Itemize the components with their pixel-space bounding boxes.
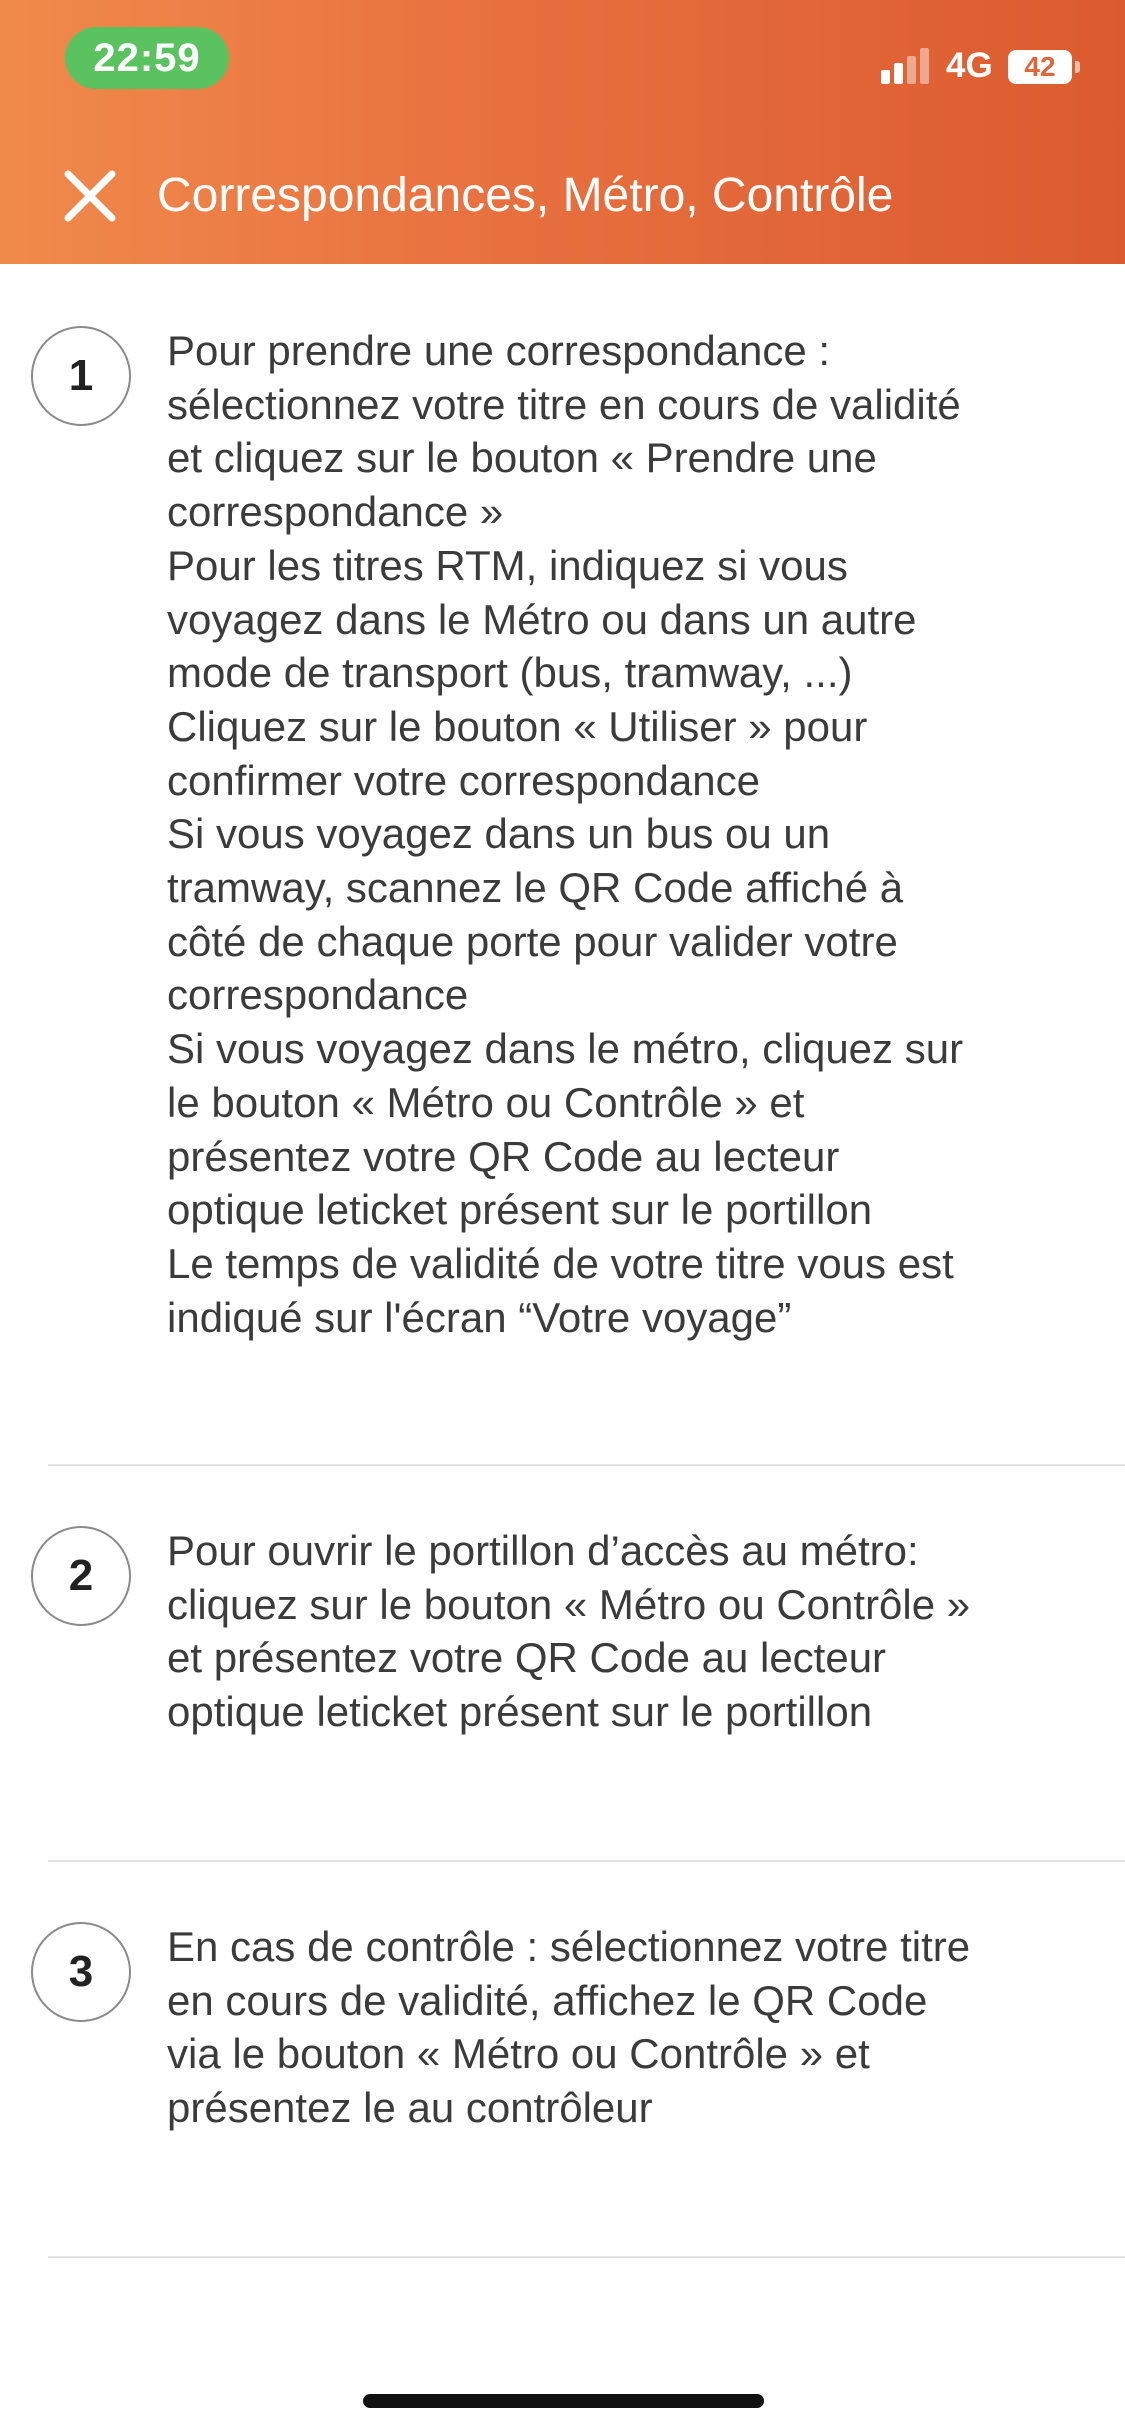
text-line: Le temps de validité de votre titre vous… (167, 1239, 954, 1287)
status-time: 22:59 (65, 27, 229, 89)
text-line: optique leticket présent sur le portillo… (167, 1186, 873, 1234)
page-title: Correspondances, Métro, Contrôle (157, 169, 894, 222)
home-indicator[interactable] (363, 2394, 764, 2408)
step-item: 2 Pour ouvrir le portillon d’accès au mé… (0, 1464, 1125, 1862)
text-line: Pour prendre une correspondance : (167, 327, 831, 374)
cellular-signal-icon (881, 48, 929, 84)
step-item: 3 En cas de contrôle : sélectionnez votr… (0, 1860, 1125, 2258)
text-line: et présentez votre QR Code au lecteur (167, 1634, 887, 1682)
text-line: tramway, scannez le QR Code affiché à (167, 864, 904, 912)
step-number-badge: 2 (31, 1526, 131, 1626)
text-line: et cliquez sur le bouton « Prendre une (167, 434, 877, 482)
text-line: le bouton « Métro ou Contrôle » et (167, 1078, 805, 1126)
text-line: côté de chaque porte pour valider votre (167, 917, 898, 965)
header-bar: 22:59 4G 42 Correspondances, Métro, Cont… (0, 0, 1125, 264)
text-line: Cliquez sur le bouton « Utiliser » pour (167, 702, 868, 750)
steps-list: 1 Pour prendre une correspondance : séle… (0, 264, 1125, 2258)
text-line: sélectionnez votre titre en cours de val… (167, 380, 961, 428)
step-number-badge: 1 (31, 326, 131, 426)
step-item: 1 Pour prendre une correspondance : séle… (0, 264, 1125, 1466)
battery-icon: 42 (1008, 50, 1082, 84)
divider (48, 2256, 1125, 2258)
battery-cap (1075, 61, 1080, 73)
text-line: correspondance » (167, 488, 504, 536)
battery-level: 42 (1008, 50, 1072, 84)
text-line: confirmer votre correspondance (167, 756, 760, 804)
step-description: Pour ouvrir le portillon d’accès au métr… (167, 1524, 1107, 1739)
text-line: Pour les titres RTM, indiquez si vous (167, 541, 848, 589)
text-line: via le bouton « Métro ou Contrôle » et (167, 2030, 870, 2078)
step-description: En cas de contrôle : sélectionnez votre … (167, 1920, 1107, 2135)
text-line: indiqué sur l'écran “Votre voyage” (167, 1293, 792, 1341)
network-type: 4G (946, 46, 993, 85)
text-line: voyagez dans le Métro ou dans un autre (167, 595, 917, 643)
text-line: Si vous voyagez dans le métro, cliquez s… (167, 1025, 964, 1073)
text-line: En cas de contrôle : sélectionnez votre … (167, 1923, 971, 1970)
text-line: Si vous voyagez dans un bus ou un (167, 810, 831, 858)
text-line: correspondance (167, 971, 469, 1019)
text-line: en cours de validité, affichez le QR Cod… (167, 1976, 928, 2024)
text-line: Pour ouvrir le portillon d’accès au métr… (167, 1527, 919, 1574)
text-line: présentez votre QR Code au lecteur (167, 1132, 840, 1180)
text-line: optique leticket présent sur le portillo… (167, 1688, 873, 1736)
close-icon[interactable] (62, 168, 118, 224)
step-description: Pour prendre une correspondance : sélect… (167, 324, 1107, 1344)
text-line: présentez le au contrôleur (167, 2084, 653, 2132)
text-line: cliquez sur le bouton « Métro ou Contrôl… (167, 1580, 971, 1628)
step-number-badge: 3 (31, 1922, 131, 2022)
text-line: mode de transport (bus, tramway, ...) (167, 649, 853, 697)
